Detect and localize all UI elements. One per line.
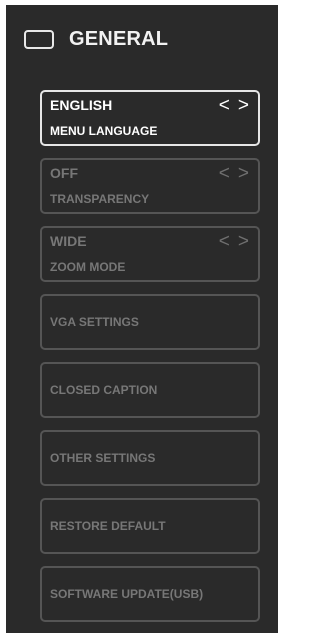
chevron-left-icon[interactable]: < (219, 95, 230, 117)
chevron-right-icon[interactable]: > (238, 231, 249, 253)
menu-language-arrows: < > (219, 95, 249, 117)
transparency-label: TRANSPARENCY (50, 192, 150, 206)
menu-item-zoom-mode[interactable]: WIDE ZOOM MODE < > (40, 226, 260, 282)
page-title: GENERAL (69, 27, 169, 50)
menu-item-restore-default[interactable]: RESTORE DEFAULT (40, 498, 260, 554)
vga-settings-label: VGA SETTINGS (50, 315, 139, 329)
menu-language-label: MENU LANGUAGE (50, 124, 158, 138)
menu-item-transparency[interactable]: OFF TRANSPARENCY < > (40, 158, 260, 214)
menu-list: ENGLISH MENU LANGUAGE < > OFF TRANSPAREN… (40, 90, 260, 634)
chevron-left-icon[interactable]: < (219, 231, 230, 253)
chevron-right-icon[interactable]: > (238, 95, 249, 117)
menu-item-menu-language[interactable]: ENGLISH MENU LANGUAGE < > (40, 90, 260, 146)
menu-language-value: ENGLISH (50, 97, 113, 113)
chevron-right-icon[interactable]: > (238, 163, 249, 185)
zoom-mode-arrows: < > (219, 231, 249, 253)
menu-item-software-update[interactable]: SOFTWARE UPDATE(USB) (40, 566, 260, 622)
zoom-mode-value: WIDE (50, 233, 87, 249)
zoom-mode-label: ZOOM MODE (50, 260, 126, 274)
menu-item-vga-settings[interactable]: VGA SETTINGS (40, 294, 260, 350)
restore-default-label: RESTORE DEFAULT (50, 519, 166, 533)
other-settings-label: OTHER SETTINGS (50, 451, 156, 465)
closed-caption-label: CLOSED CAPTION (50, 383, 158, 397)
menu-item-other-settings[interactable]: OTHER SETTINGS (40, 430, 260, 486)
chevron-left-icon[interactable]: < (219, 163, 230, 185)
tv-screen-icon (24, 29, 54, 49)
panel-header: GENERAL (24, 25, 168, 53)
transparency-value: OFF (50, 165, 78, 181)
menu-item-closed-caption[interactable]: CLOSED CAPTION (40, 362, 260, 418)
software-update-label: SOFTWARE UPDATE(USB) (50, 587, 204, 601)
transparency-arrows: < > (219, 163, 249, 185)
